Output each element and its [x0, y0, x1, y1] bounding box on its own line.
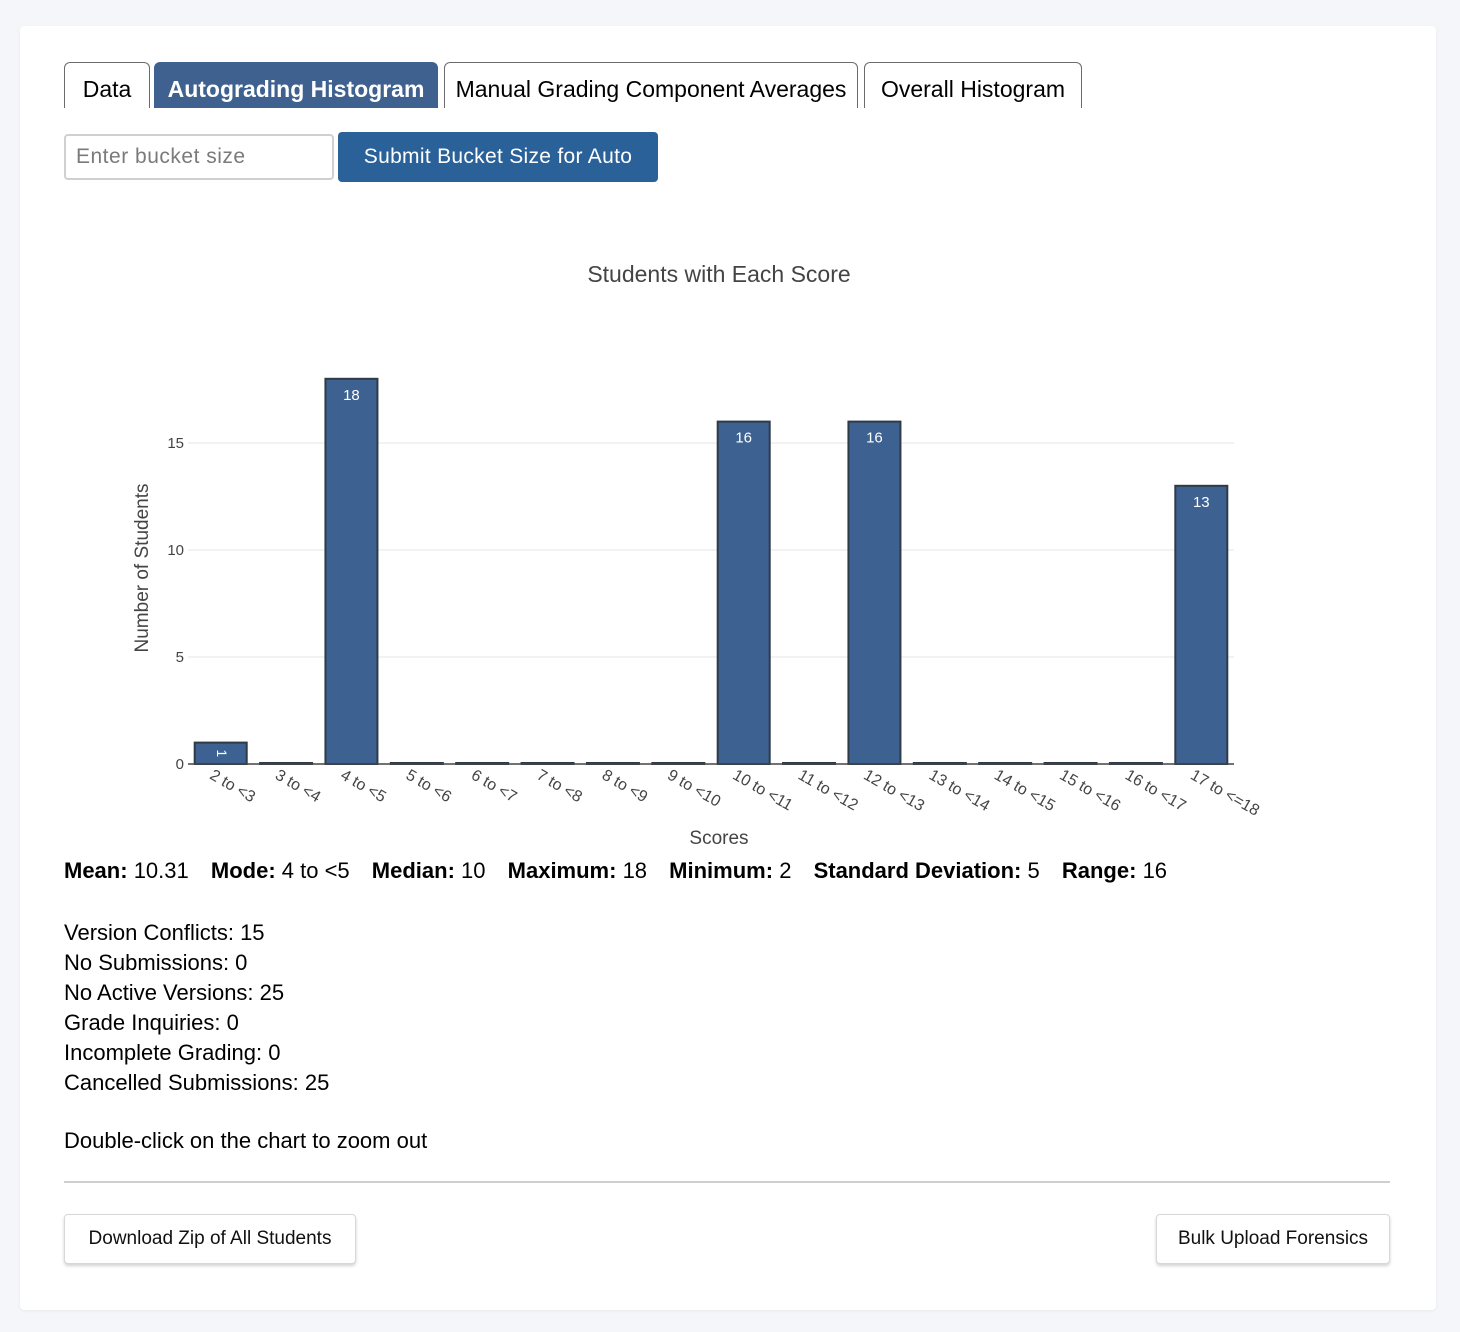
stat-label: Minimum:	[669, 858, 774, 883]
histogram-bar	[1174, 484, 1229, 765]
x-tick-label: 4 to <5	[337, 767, 388, 806]
stat-value: 2	[779, 858, 792, 883]
stat-maximum: Maximum: 18	[508, 858, 647, 884]
stat-value: 10.31	[133, 858, 189, 883]
stat-value: 4 to <5	[281, 858, 350, 883]
y-tick-label: 5	[176, 649, 184, 666]
tab-overall-histogram[interactable]: Overall Histogram	[864, 62, 1082, 108]
x-axis-title: Scores	[689, 828, 748, 846]
y-tick-label: 0	[176, 756, 184, 773]
tab-manual-grading-component-averages[interactable]: Manual Grading Component Averages	[444, 62, 858, 108]
x-tick-label: 16 to <17	[1122, 767, 1189, 815]
cancelled-submissions-count: Cancelled Submissions: 25	[64, 1070, 330, 1095]
x-tick-label: 11 to <12	[795, 767, 861, 815]
x-tick-label: 8 to <9	[599, 767, 650, 806]
bar-data-label: 16	[866, 430, 883, 447]
divider	[64, 1181, 1390, 1183]
no-active-versions-count: No Active Versions: 25	[64, 980, 285, 1005]
download-zip-button[interactable]: Download Zip of All Students	[64, 1214, 356, 1264]
x-tick-label: 10 to <11	[730, 767, 796, 815]
stat-value: 5	[1027, 858, 1040, 883]
stat-median: Median: 10	[372, 858, 486, 884]
score-histogram-chart[interactable]: Students with Each Score 0 5 10 15 1 2 to <3 3 …	[64, 206, 1294, 846]
version-conflicts-count: Version Conflicts: 15	[64, 920, 265, 945]
histogram-card: Data Autograding Histogram Manual Gradin…	[20, 26, 1436, 1310]
stat-label: Maximum:	[507, 858, 617, 883]
x-tick-label: 6 to <7	[468, 767, 519, 806]
x-tick-label: 3 to <4	[272, 767, 323, 806]
stat-label: Standard Deviation:	[813, 858, 1022, 883]
bucket-size-input[interactable]	[64, 134, 334, 180]
stat-label: Median:	[371, 858, 455, 883]
stat-label: Mode:	[210, 858, 276, 883]
stat-mode: Mode: 4 to <5	[211, 858, 350, 884]
stat-range: Range: 16	[1062, 858, 1167, 884]
x-tick-label: 12 to <13	[860, 767, 927, 815]
y-axis-title: Number of Students	[132, 484, 153, 653]
x-tick-label: 2 to <3	[207, 767, 258, 806]
y-tick-label: 15	[167, 435, 184, 452]
grade-inquiries-count: Grade Inquiries: 0	[64, 1010, 239, 1035]
submit-bucket-size-button[interactable]: Submit Bucket Size for Auto	[338, 132, 658, 182]
no-submissions-count: No Submissions: 0	[64, 950, 248, 975]
stat-label: Range:	[1061, 858, 1137, 883]
stat-value: 18	[622, 858, 648, 883]
tab-data[interactable]: Data	[64, 62, 150, 108]
histogram-bar	[716, 420, 771, 765]
bar-data-label: 18	[343, 387, 360, 404]
x-tick-label: 14 to <15	[991, 767, 1058, 815]
statistics-row: Mean: 10.31 Mode: 4 to <5 Median: 10 Max…	[64, 858, 1183, 884]
stat-standard-deviation: Standard Deviation: 5	[814, 858, 1040, 884]
x-tick-label: 17 to <=18	[1187, 767, 1262, 820]
x-tick-label: 7 to <8	[534, 767, 585, 806]
tab-autograding-histogram[interactable]: Autograding Histogram	[154, 62, 438, 108]
histogram-bar	[847, 420, 902, 765]
x-tick-label: 5 to <6	[403, 767, 454, 806]
stat-label: Mean:	[64, 858, 128, 883]
x-tick-label: 13 to <14	[926, 767, 993, 815]
stat-mean: Mean: 10.31	[64, 858, 189, 884]
histogram-bar	[324, 377, 379, 766]
incomplete-grading-count: Incomplete Grading: 0	[64, 1040, 281, 1065]
bulk-upload-forensics-button[interactable]: Bulk Upload Forensics	[1156, 1214, 1390, 1264]
bar-data-label: 13	[1193, 494, 1210, 511]
submission-counts: Version Conflicts: 15 No Submissions: 0 …	[64, 918, 329, 1098]
stat-value: 10	[461, 858, 486, 883]
y-tick-label: 10	[167, 542, 184, 559]
zoom-hint: Double-click on the chart to zoom out	[64, 1128, 428, 1153]
chart-title: Students with Each Score	[587, 261, 850, 287]
x-tick-label: 9 to <10	[664, 767, 723, 811]
x-tick-label: 15 to <16	[1057, 767, 1124, 815]
bar-data-label: 1	[214, 749, 230, 757]
stat-value: 16	[1142, 858, 1168, 883]
stat-minimum: Minimum: 2	[669, 858, 791, 884]
bar-data-label: 16	[735, 430, 752, 447]
